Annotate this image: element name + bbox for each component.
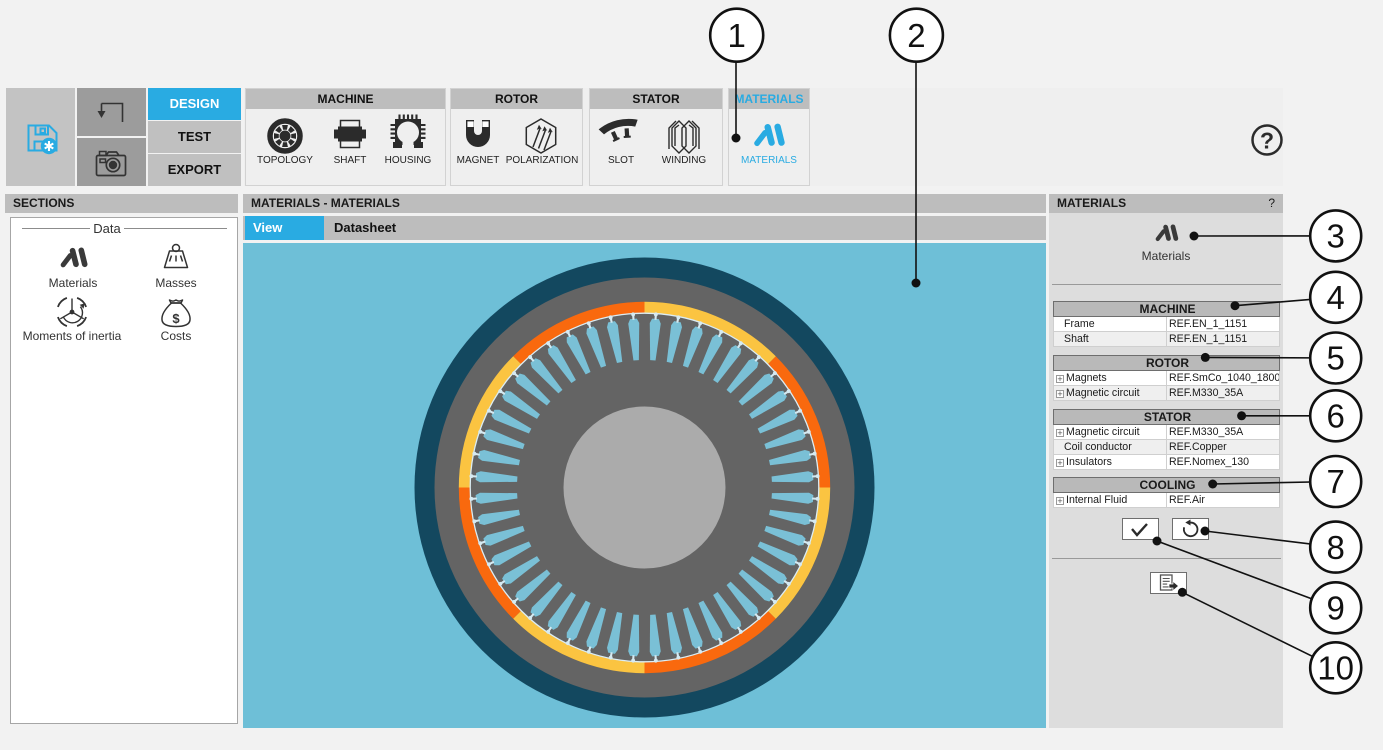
svg-text:3: 3 [1327,218,1345,255]
svg-text:5: 5 [1327,340,1345,377]
svg-text:6: 6 [1327,398,1345,435]
svg-text:9: 9 [1327,590,1345,627]
svg-text:4: 4 [1327,279,1345,316]
svg-text:8: 8 [1327,529,1345,566]
svg-text:10: 10 [1317,650,1354,687]
svg-text:1: 1 [728,17,746,54]
svg-text:2: 2 [907,17,925,54]
svg-text:7: 7 [1327,463,1345,500]
